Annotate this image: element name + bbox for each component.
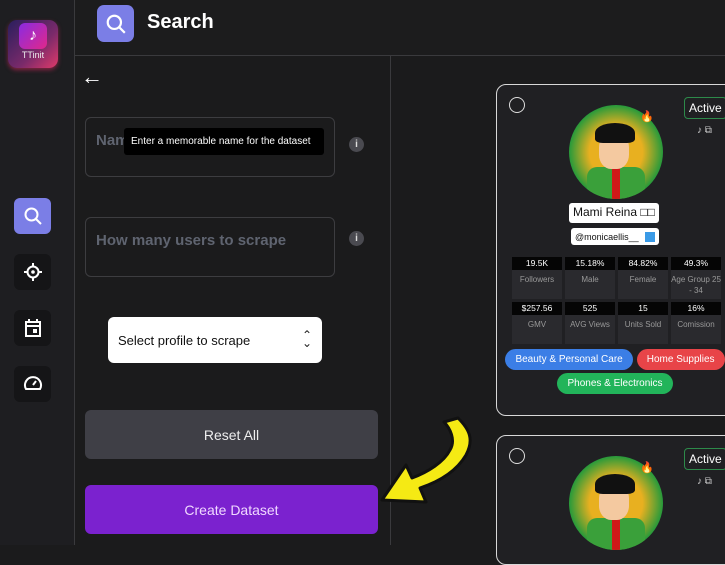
sidebar-item-calendar[interactable] [14, 310, 51, 346]
header-search-icon [97, 5, 134, 42]
stat-label: Units Sold [624, 320, 662, 329]
sidebar-item-target[interactable] [14, 254, 51, 290]
stat-age-group: 49.3% Age Group 25 - 34 [671, 257, 721, 299]
speedometer-icon [23, 376, 42, 390]
tiktok-link-icon[interactable]: ♪ ⧉ [697, 125, 712, 136]
stat-label: Age Group 25 - 34 [671, 275, 721, 295]
info-icon[interactable]: i [349, 137, 364, 152]
status-badge: Active [684, 97, 725, 119]
users-count-placeholder: How many users to scrape [96, 232, 287, 249]
tag-beauty: Beauty & Personal Care [505, 349, 633, 370]
stat-value: 84.82% [618, 257, 668, 270]
profile-select-value: Select profile to scrape [118, 332, 251, 348]
select-checkbox[interactable] [509, 97, 525, 113]
calendar-icon [24, 319, 41, 337]
handle-text: @monicaellis__ [575, 231, 639, 242]
name-tooltip: Enter a memorable name for the dataset [124, 128, 324, 155]
stat-followers: 19.5K Followers [512, 257, 562, 299]
header: Search [75, 0, 725, 56]
stat-units-sold: 15 Units Sold [618, 302, 668, 344]
stat-gmv: $257.56 GMV [512, 302, 562, 344]
profile-select[interactable]: Select profile to scrape ⌃ ⌄ [108, 317, 322, 363]
stat-value: 15.18% [565, 257, 615, 270]
stat-value: 16% [671, 302, 721, 315]
logo-text: TTinit [21, 50, 45, 60]
stat-label: GMV [527, 320, 547, 329]
stat-value: 19.5K [512, 257, 562, 270]
stat-avg-views: 525 AVG Views [565, 302, 615, 344]
stats-grid: 19.5K Followers 15.18% Male 84.82% Female 4… [512, 257, 722, 344]
profile-name: Mami Reina □□ [569, 203, 659, 223]
status-badge: Active [684, 448, 725, 470]
tag-home-supplies: Home Supplies [636, 349, 725, 370]
stat-label: Comission [677, 320, 715, 329]
copy-icon[interactable] [644, 231, 655, 242]
fire-icon: 🔥 [640, 462, 654, 474]
tiktok-link-icon[interactable]: ♪ ⧉ [697, 476, 712, 487]
stat-label: AVG Views [570, 320, 610, 329]
fire-icon: 🔥 [640, 111, 654, 123]
stat-label: Female [629, 275, 657, 284]
reset-all-button[interactable]: Reset All [85, 410, 378, 459]
users-count-input[interactable]: How many users to scrape [85, 217, 335, 277]
category-tags: Beauty & Personal Care Home Supplies Pho… [505, 349, 725, 394]
stat-commission: 16% Comission [671, 302, 721, 344]
stat-value: 15 [618, 302, 668, 315]
info-icon[interactable]: i [349, 231, 364, 246]
stat-value: 525 [565, 302, 615, 315]
search-icon [24, 207, 42, 225]
dataset-form-panel: ← Nam Enter a memorable name for the dat… [75, 56, 391, 545]
stat-value: $257.56 [512, 302, 562, 315]
back-arrow-icon[interactable]: ← [81, 64, 103, 90]
profile-card[interactable]: Active ♪ ⧉ 🔥 Mami Reina □□ @monicaellis_… [496, 84, 725, 416]
sidebar: ♪ TTinit [0, 0, 75, 545]
stat-male: 15.18% Male [565, 257, 615, 299]
crosshair-icon [23, 263, 42, 281]
profile-handle[interactable]: @monicaellis__ [571, 228, 659, 245]
create-dataset-button[interactable]: Create Dataset [85, 485, 378, 534]
stat-label: Followers [519, 275, 555, 284]
page-title: Search [147, 11, 214, 33]
app-logo[interactable]: ♪ TTinit [8, 20, 58, 68]
chevron-updown-icon: ⌃ ⌄ [301, 328, 312, 350]
stat-label: Male [581, 275, 599, 284]
tiktok-icon: ♪ [19, 23, 47, 49]
tag-phones: Phones & Electronics [557, 373, 673, 394]
annotation-arrow-icon [380, 416, 472, 504]
sidebar-item-search[interactable] [14, 198, 51, 234]
stat-female: 84.82% Female [618, 257, 668, 299]
stat-value: 49.3% [671, 257, 721, 270]
sidebar-item-dashboard[interactable] [14, 366, 51, 402]
profile-card[interactable]: Active ♪ ⧉ 🔥 [496, 435, 725, 565]
select-checkbox[interactable] [509, 448, 525, 464]
